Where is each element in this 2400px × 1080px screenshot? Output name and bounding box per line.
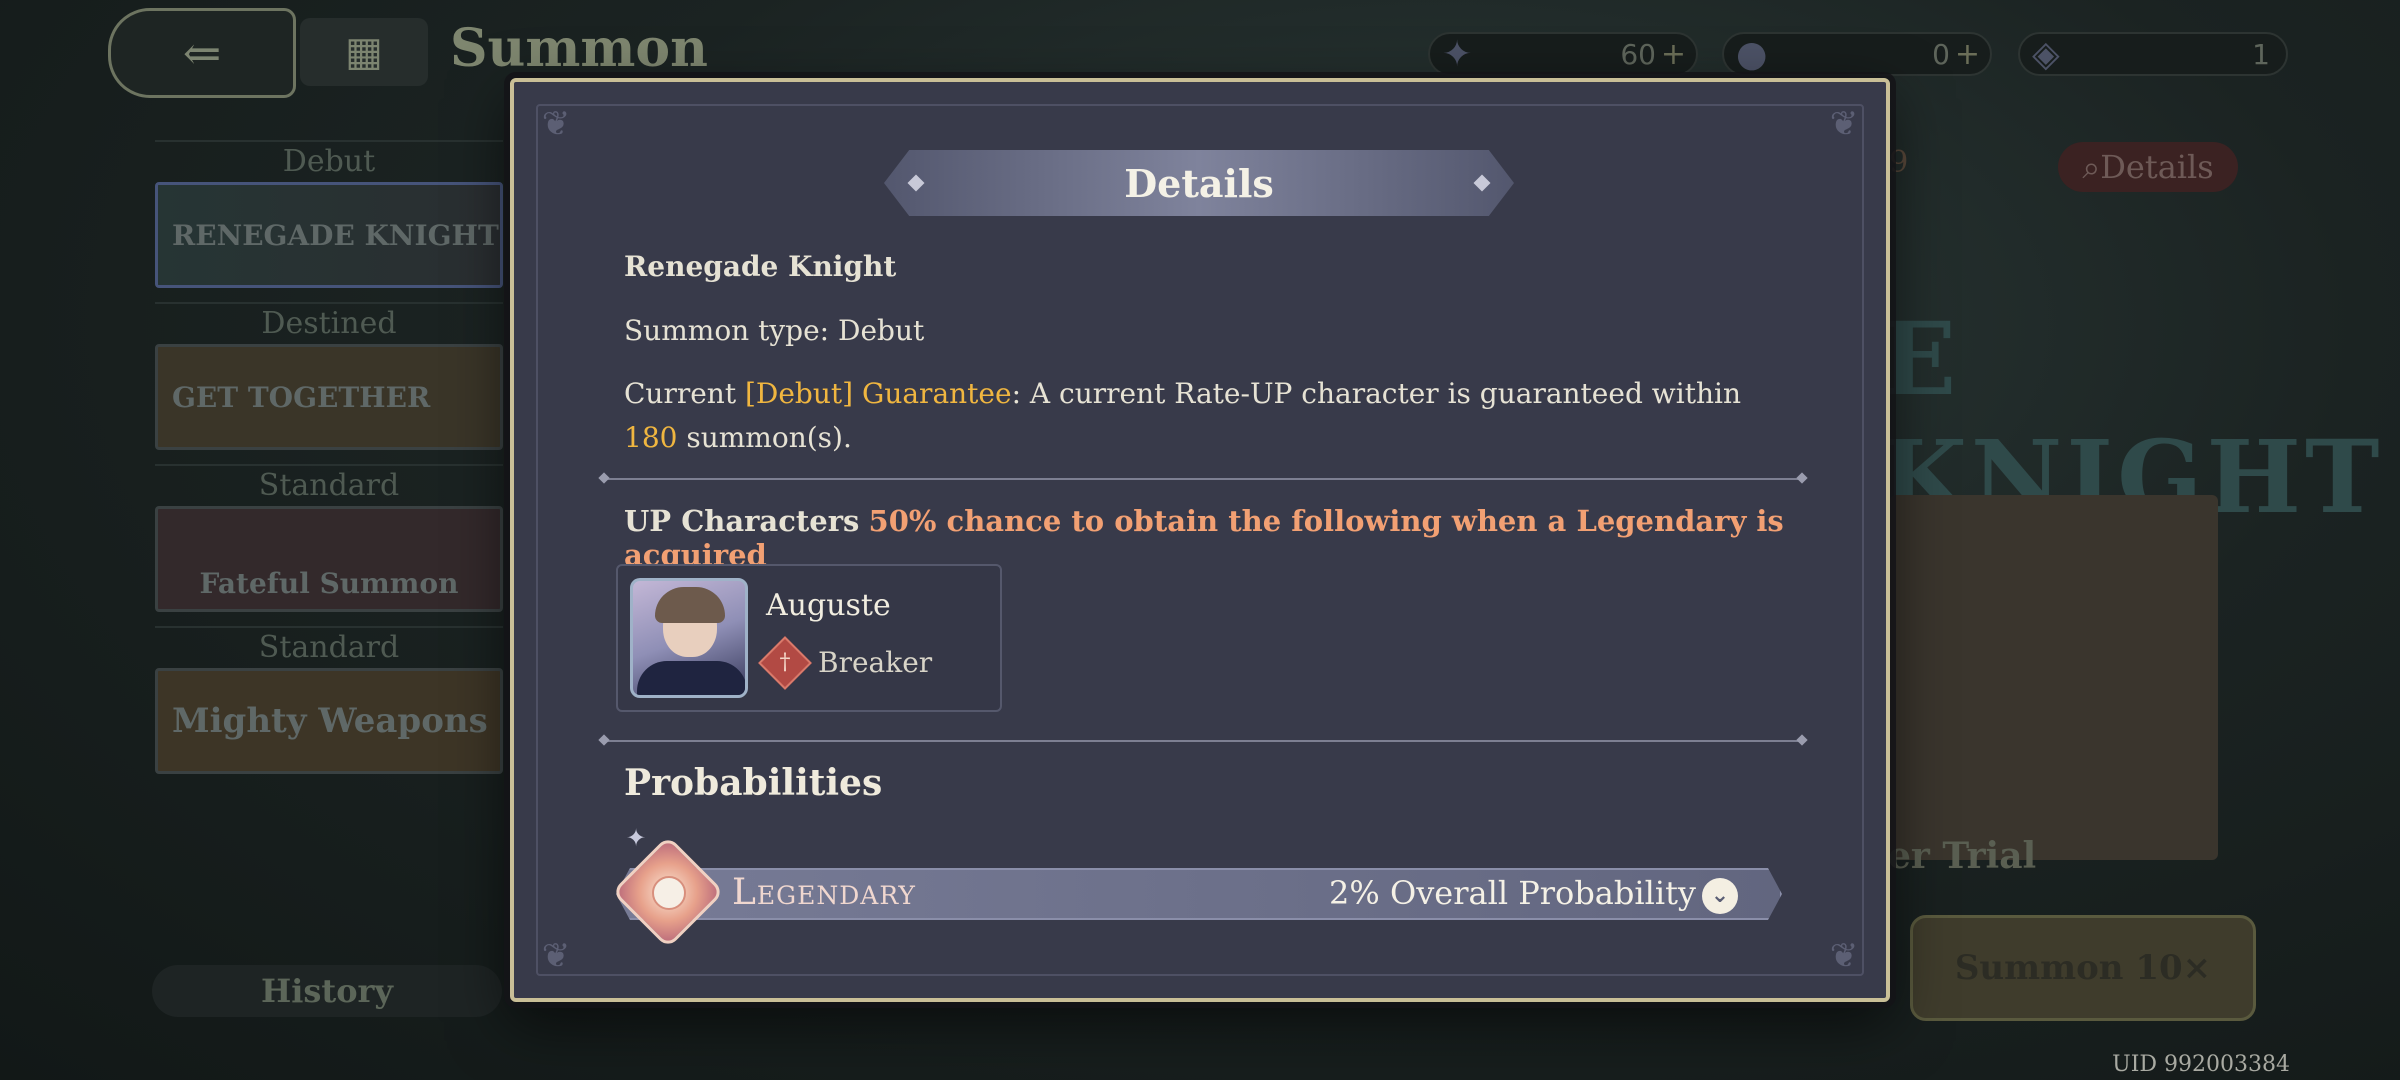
plus-icon[interactable]: + bbox=[1661, 37, 1686, 72]
banner-thumbnail-text: GET TOGETHER bbox=[172, 380, 431, 414]
page-title: Summon bbox=[450, 18, 708, 79]
diamond-icon bbox=[907, 174, 925, 192]
banner-sidebar: Debut RENEGADE KNIGHT Destined GET TOGET… bbox=[155, 140, 503, 788]
sidebar-item-label: Standard bbox=[155, 464, 503, 506]
guarantee-prefix: Current bbox=[624, 377, 745, 410]
orb-icon: ● bbox=[1736, 34, 1768, 75]
sparkle-icon: ✦ bbox=[626, 824, 647, 852]
guarantee-highlight: [Debut] Guarantee bbox=[744, 377, 1012, 410]
sidebar-item-label: Debut bbox=[155, 140, 503, 182]
banner-thumbnail-text: Fateful Summon bbox=[199, 566, 459, 600]
guarantee-suffix: summon(s). bbox=[677, 421, 852, 454]
back-arrow-icon: ⇐ bbox=[182, 26, 222, 80]
modal-header: Details bbox=[884, 150, 1514, 216]
grid-icon: ▦ bbox=[345, 29, 383, 75]
magnifier-icon: ⌕ bbox=[2082, 148, 2101, 186]
diamond-icon bbox=[1473, 174, 1491, 192]
summon-type: Summon type: Debut bbox=[624, 314, 925, 347]
sidebar-item-label: Destined bbox=[155, 302, 503, 344]
summon-10-button[interactable]: Summon 10× bbox=[1910, 915, 2256, 1021]
banner-thumbnail-text: RENEGADE KNIGHT bbox=[172, 218, 499, 252]
character-card[interactable]: Auguste † Breaker bbox=[616, 564, 1002, 712]
ticket-icon: ◈ bbox=[2032, 34, 2060, 75]
banner-thumbnail[interactable]: RENEGADE KNIGHT bbox=[155, 182, 503, 288]
trial-label[interactable]: er Trial bbox=[1888, 835, 2036, 877]
banner-thumbnail[interactable]: Fateful Summon bbox=[155, 506, 503, 612]
banner-thumbnail[interactable]: Mighty Weapons bbox=[155, 668, 503, 774]
currency-value: 60 bbox=[1620, 37, 1656, 71]
character-name: Auguste bbox=[766, 588, 891, 623]
character-class: Breaker bbox=[818, 646, 933, 679]
currency-ticket[interactable]: ◈ 1 bbox=[2018, 32, 2288, 76]
menu-button[interactable]: ▦ bbox=[300, 18, 428, 86]
guarantee-count: 180 bbox=[624, 421, 678, 454]
back-button[interactable]: ⇐ bbox=[108, 8, 296, 98]
sidebar-item-label: Standard bbox=[155, 626, 503, 668]
currency-crystal[interactable]: ✦ 60 + bbox=[1428, 32, 1698, 76]
sidebar-item-destined[interactable]: Destined GET TOGETHER bbox=[155, 302, 503, 450]
corner-ornament-icon: ❦ bbox=[541, 104, 571, 144]
details-button-label: Details bbox=[2100, 148, 2214, 186]
sidebar-item-standard-fateful[interactable]: Standard Fateful Summon bbox=[155, 464, 503, 612]
section-divider bbox=[604, 478, 1802, 480]
character-portrait bbox=[630, 578, 748, 698]
history-button[interactable]: History bbox=[152, 965, 502, 1017]
up-characters-label: UP Characters bbox=[624, 504, 860, 538]
probabilities-title: Probabilities bbox=[624, 762, 883, 804]
banner-thumbnail-text: Mighty Weapons bbox=[172, 701, 488, 741]
details-modal: ❦ ❦ ❦ ❦ Details Renegade Knight Summon t… bbox=[510, 78, 1890, 1002]
crystal-icon: ✦ bbox=[1442, 34, 1473, 75]
plus-icon[interactable]: + bbox=[1955, 37, 1980, 72]
currency-value: 1 bbox=[2252, 37, 2270, 71]
rarity-name: Legendary bbox=[732, 872, 916, 913]
guarantee-text: Current [Debut] Guarantee: A current Rat… bbox=[624, 372, 1804, 460]
banner-thumbnail[interactable]: GET TOGETHER bbox=[155, 344, 503, 450]
banner-name: Renegade Knight bbox=[624, 250, 897, 283]
modal-title: Details bbox=[1124, 160, 1274, 206]
chevron-down-icon[interactable]: ⌄ bbox=[1702, 878, 1738, 914]
rarity-probability: 2% Overall Probability bbox=[1329, 874, 1696, 912]
currency-orb[interactable]: ● 0 + bbox=[1722, 32, 1992, 76]
details-button[interactable]: ⌕Details bbox=[2058, 142, 2238, 192]
sword-icon: † bbox=[779, 650, 791, 675]
section-divider bbox=[604, 740, 1802, 742]
emblem-center bbox=[652, 876, 686, 910]
corner-ornament-icon: ❦ bbox=[1829, 104, 1859, 144]
summon-10-label: Summon 10× bbox=[1954, 948, 2212, 988]
currency-value: 0 bbox=[1932, 37, 1950, 71]
user-id: UID 992003384 bbox=[2112, 1052, 2290, 1077]
sidebar-item-debut[interactable]: Debut RENEGADE KNIGHT bbox=[155, 140, 503, 288]
guarantee-description: : A current Rate-UP character is guarant… bbox=[1011, 377, 1741, 410]
up-characters-header: UP Characters 50% chance to obtain the f… bbox=[624, 504, 1886, 572]
banner-artwork bbox=[1890, 495, 2218, 860]
corner-ornament-icon: ❦ bbox=[541, 936, 571, 976]
corner-ornament-icon: ❦ bbox=[1829, 936, 1859, 976]
sidebar-item-standard-weapons[interactable]: Standard Mighty Weapons bbox=[155, 626, 503, 774]
